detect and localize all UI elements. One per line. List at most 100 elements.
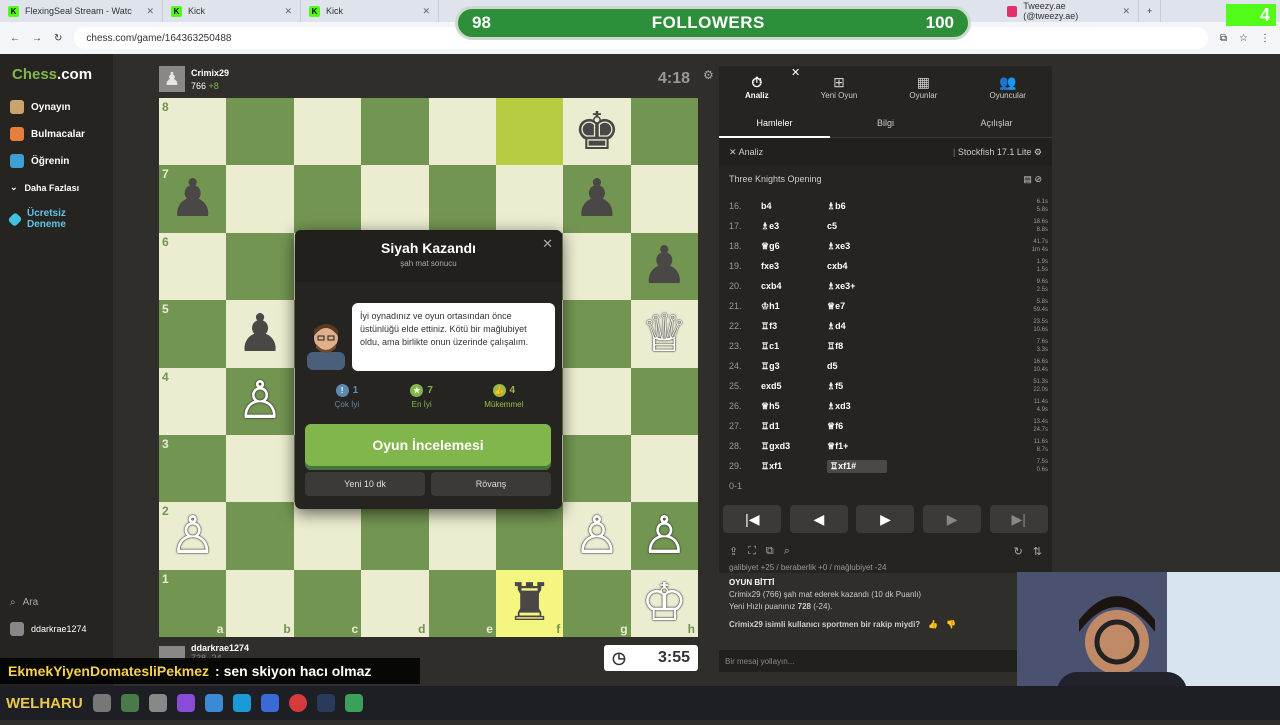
sidebar-item-learn[interactable]: Öğrenin <box>10 154 69 168</box>
board-square-a4[interactable]: 4 <box>159 367 227 435</box>
board-square-d1[interactable]: d <box>361 569 429 637</box>
sidebar-item-more[interactable]: ⌄ Daha Fazlası <box>10 182 79 193</box>
white-move[interactable]: b4 <box>761 201 827 211</box>
board-square-c7[interactable] <box>293 165 362 233</box>
board-square-g8[interactable]: ♚ <box>563 98 631 166</box>
black-move[interactable]: ♕e7 <box>827 301 887 312</box>
white-move[interactable]: ♗e3 <box>761 221 827 232</box>
reload-icon[interactable]: ↻ <box>54 33 62 44</box>
chess-piece[interactable]: ♟ <box>641 240 688 292</box>
white-move[interactable]: ♖f3 <box>761 321 827 332</box>
board-square-g3[interactable] <box>563 434 631 503</box>
close-tab-icon[interactable]: ✕ <box>284 6 292 17</box>
white-move[interactable]: ♖d1 <box>761 421 827 432</box>
tab-games[interactable]: ▦ Oyunlar <box>909 74 937 100</box>
subtab-info[interactable]: Bilgi <box>830 108 941 138</box>
back-icon[interactable]: ← <box>10 33 20 44</box>
black-move[interactable]: ♖f8 <box>827 341 887 352</box>
prev-move-button[interactable]: ◀ <box>789 505 848 533</box>
board-square-e2[interactable] <box>428 502 496 570</box>
chesscom-logo[interactable]: Chess.com <box>12 66 92 83</box>
board-square-g2[interactable]: ♙ <box>563 502 631 570</box>
board-square-e7[interactable] <box>428 165 496 233</box>
browser-tab[interactable]: Tweezy.ae (@tweezy.ae) ✕ <box>999 0 1139 22</box>
first-move-button[interactable]: |◀ <box>723 505 782 533</box>
black-move[interactable]: ♖xf1# <box>827 459 887 473</box>
forward-icon[interactable]: → <box>32 33 42 44</box>
board-square-b8[interactable] <box>226 98 294 166</box>
board-square-b5[interactable]: ♟ <box>226 300 294 368</box>
edge-icon[interactable] <box>232 694 251 712</box>
board-square-h7[interactable] <box>630 165 698 233</box>
black-move[interactable]: ♗f5 <box>827 381 887 392</box>
chess-piece[interactable]: ♚ <box>574 106 621 158</box>
white-move[interactable]: ♕g6 <box>761 241 827 252</box>
white-move[interactable]: cxb4 <box>761 281 827 291</box>
board-square-a5[interactable]: 5 <box>159 300 227 368</box>
board-square-h2[interactable]: ♙ <box>630 502 698 570</box>
board-settings-gear-icon[interactable]: ⚙ <box>703 68 714 82</box>
white-move[interactable]: ♖c1 <box>761 341 827 352</box>
app-icon[interactable] <box>148 694 167 712</box>
chess-piece[interactable]: ♜ <box>506 577 553 629</box>
tab-new-game[interactable]: ⊞ Yeni Oyun <box>821 74 858 100</box>
sidebar-item-puzzles[interactable]: Bulmacalar <box>10 127 85 141</box>
board-square-b4[interactable]: ♙ <box>226 367 294 435</box>
board-square-h3[interactable] <box>630 434 698 503</box>
chess-piece[interactable]: ♕ <box>641 308 688 360</box>
steam-icon[interactable] <box>316 694 335 712</box>
analysis-board-icon[interactable]: ⛶ <box>748 545 756 558</box>
board-square-h5[interactable]: ♕ <box>630 300 698 368</box>
board-square-b1[interactable]: b <box>226 569 294 637</box>
white-move[interactable]: ♖g3 <box>761 361 827 372</box>
sidebar-item-free-trial[interactable]: Ücretsiz Deneme <box>7 208 100 230</box>
board-square-h4[interactable] <box>630 367 698 435</box>
board-square-c8[interactable] <box>293 98 362 166</box>
board-square-h8[interactable] <box>630 98 698 166</box>
sidebar-item-play[interactable]: Oynayın <box>10 100 70 114</box>
board-square-g5[interactable] <box>563 300 631 368</box>
board-square-g6[interactable] <box>563 232 631 301</box>
board-square-d8[interactable] <box>361 98 429 166</box>
flip-board-icon[interactable]: ⇅ <box>1033 545 1042 558</box>
black-move[interactable]: ♗d4 <box>827 321 887 332</box>
folder-icon[interactable]: ▤ <box>1023 174 1032 184</box>
sidebar-user[interactable]: ddarkrae1274 <box>10 622 87 636</box>
circle-slash-icon[interactable]: ⊘ <box>1034 174 1042 184</box>
app-icon[interactable] <box>176 694 195 712</box>
top-player-name[interactable]: Crimix29 <box>191 68 229 78</box>
chat-input[interactable]: Bir mesaj yollayın... <box>719 650 1019 672</box>
white-move[interactable]: exd5 <box>761 381 827 391</box>
subtab-openings[interactable]: Açılışlar <box>941 108 1052 138</box>
app-icon[interactable] <box>204 694 223 712</box>
next-move-button[interactable]: ▶ <box>923 505 982 533</box>
chess-piece[interactable]: ♔ <box>641 577 688 629</box>
board-square-g7[interactable]: ♟ <box>563 165 631 233</box>
app-icon[interactable] <box>120 694 139 712</box>
board-square-f7[interactable] <box>495 165 564 233</box>
thumbs-up-icon[interactable]: 👍 <box>928 619 938 631</box>
app-icon[interactable] <box>344 694 363 712</box>
white-move[interactable]: ♕h5 <box>761 401 827 412</box>
play-button[interactable]: ▶ <box>856 505 915 533</box>
chrome-icon[interactable] <box>288 694 307 712</box>
black-move[interactable]: ♗b6 <box>827 201 887 212</box>
black-move[interactable]: ♗xe3+ <box>827 281 887 292</box>
zoom-icon[interactable]: ⌕ <box>784 545 790 558</box>
black-move[interactable]: ♕f6 <box>827 421 887 432</box>
board-square-a2[interactable]: 2 ♙ <box>159 502 227 570</box>
close-tab-icon[interactable]: ✕ <box>146 6 154 17</box>
browser-tab[interactable]: K FlexingSeal Stream - Watc ✕ <box>0 0 163 22</box>
black-move[interactable]: cxb4 <box>827 261 887 271</box>
black-move[interactable]: ♗xe3 <box>827 241 887 252</box>
new-10min-button[interactable]: Yeni 10 dk <box>305 472 425 496</box>
game-review-button[interactable]: Oyun İncelemesi <box>305 424 551 466</box>
board-square-a8[interactable]: 8 <box>159 98 227 166</box>
black-move[interactable]: ♕f1+ <box>827 441 887 452</box>
board-square-b2[interactable] <box>226 502 294 570</box>
board-square-b6[interactable] <box>226 232 294 301</box>
black-move[interactable]: d5 <box>827 361 887 371</box>
white-move[interactable]: fxe3 <box>761 261 827 271</box>
board-square-f8[interactable] <box>495 98 564 166</box>
board-square-f2[interactable] <box>495 502 564 570</box>
